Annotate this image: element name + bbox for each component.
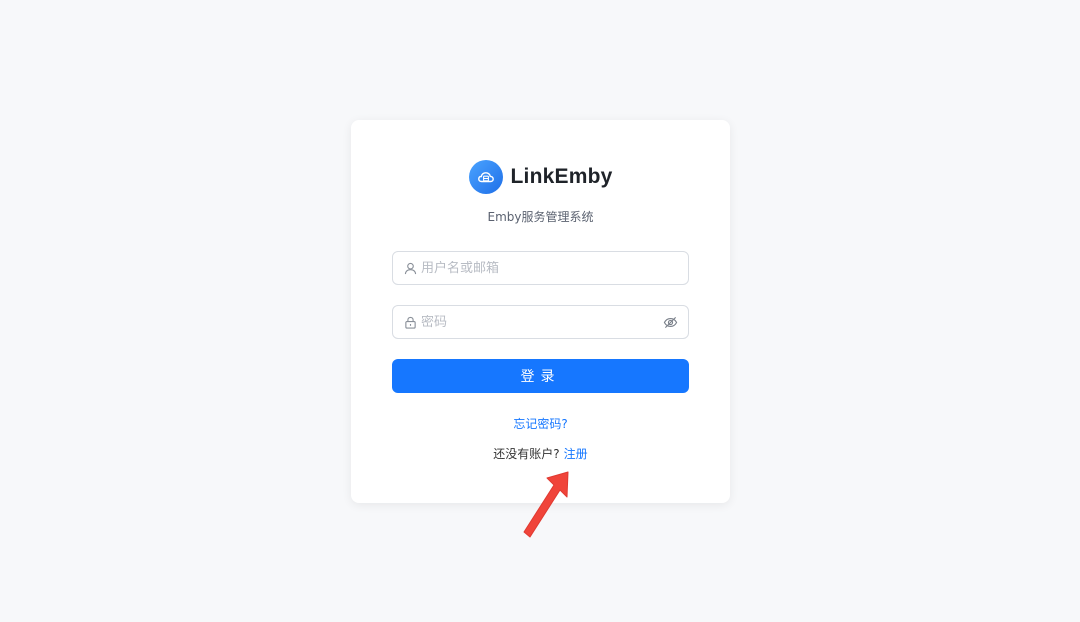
- password-field-wrapper[interactable]: [392, 305, 689, 339]
- forgot-password-row: 忘记密码?: [351, 415, 730, 432]
- register-row: 还没有账户? 注册: [351, 445, 730, 462]
- username-input[interactable]: [421, 260, 678, 276]
- red-arrow-icon: [510, 466, 580, 550]
- forgot-password-link[interactable]: 忘记密码?: [513, 417, 567, 431]
- password-input[interactable]: [421, 314, 662, 330]
- lock-icon: [403, 315, 417, 329]
- brand-name: LinkEmby: [510, 165, 613, 188]
- brand-subtitle: Emby服务管理系统: [487, 210, 594, 224]
- no-account-text: 还没有账户?: [493, 447, 560, 461]
- user-icon: [403, 261, 417, 275]
- brand-header: LinkEmby: [351, 160, 730, 194]
- cloud-server-icon: [468, 160, 503, 194]
- register-link[interactable]: 注册: [564, 447, 588, 461]
- login-card: LinkEmby Emby服务管理系统 登录: [351, 120, 730, 503]
- username-field-wrapper[interactable]: [392, 251, 689, 285]
- eye-off-icon[interactable]: [662, 314, 678, 330]
- login-button[interactable]: 登录: [392, 359, 689, 393]
